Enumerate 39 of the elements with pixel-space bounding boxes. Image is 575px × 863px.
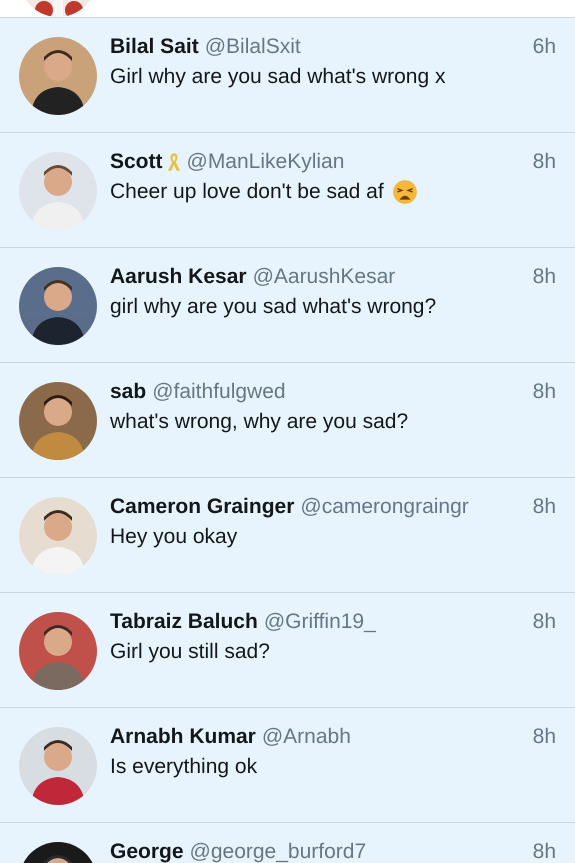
user-name[interactable]: Scott xyxy=(110,151,162,173)
notification-row[interactable]: Cameron Grainger @camerongraingr 8h Hey you okay xyxy=(0,478,575,593)
user-name[interactable]: George xyxy=(110,841,184,863)
user-name[interactable]: Aarush Kesar xyxy=(110,266,247,288)
notification-row[interactable]: Arnabh Kumar @Arnabh 8h Is everything ok xyxy=(0,708,575,823)
notification-row[interactable]: Scott @ManLikeKylian 8h Cheer up love don't be sad af xyxy=(0,133,575,248)
notification-row[interactable]: George @george_burford7 8h xyxy=(0,823,575,863)
user-handle[interactable]: @BilalSxit xyxy=(204,36,301,58)
user-handle[interactable]: @Arnabh xyxy=(262,726,351,748)
reply-text: Is everything ok xyxy=(110,754,258,780)
timestamp: 8h xyxy=(532,151,556,173)
user-name[interactable]: Tabraiz Baluch xyxy=(110,611,258,633)
timestamp: 8h xyxy=(532,841,556,863)
reply-text: what's wrong, why are you sad? xyxy=(110,409,408,435)
timestamp: 8h xyxy=(532,266,556,288)
user-handle[interactable]: @camerongraingr xyxy=(300,496,469,518)
user-name[interactable]: Cameron Grainger xyxy=(110,496,294,518)
timestamp: 8h xyxy=(532,611,556,633)
notification-row[interactable]: Bilal Sait @BilalSxit 6h Girl why are you sad what's wrong x xyxy=(0,18,575,133)
user-name[interactable]: sab xyxy=(110,381,146,403)
user-handle[interactable]: @ManLikeKylian xyxy=(186,151,344,173)
notification-row[interactable]: sab @faithfulgwed 8h what's wrong, why are you sad? xyxy=(0,363,575,478)
user-handle[interactable]: @faithfulgwed xyxy=(152,381,286,403)
user-handle[interactable]: @Griffin19_ xyxy=(264,611,376,633)
user-handle[interactable]: @AarushKesar xyxy=(252,266,396,288)
notification-row[interactable]: Aarush Kesar @AarushKesar 8h girl why are you sad what's wrong? xyxy=(0,248,575,363)
reply-text: Cheer up love don't be sad af xyxy=(110,179,384,205)
reply-text: Girl you still sad? xyxy=(110,639,270,665)
reply-text: Hey you okay xyxy=(110,524,238,550)
user-name[interactable]: Bilal Sait xyxy=(110,36,199,58)
timestamp: 6h xyxy=(532,36,556,58)
reply-text: girl why are you sad what's wrong? xyxy=(110,294,436,320)
user-name[interactable]: Arnabh Kumar xyxy=(110,726,256,748)
timestamp: 8h xyxy=(532,381,556,403)
user-handle[interactable]: @george_burford7 xyxy=(190,841,366,863)
reply-text: Girl why are you sad what's wrong x xyxy=(110,64,446,90)
timestamp: 8h xyxy=(532,726,556,748)
notification-row[interactable]: Tabraiz Baluch @Griffin19_ 8h Girl you still sad? xyxy=(0,593,575,708)
timestamp: 8h xyxy=(532,496,556,518)
